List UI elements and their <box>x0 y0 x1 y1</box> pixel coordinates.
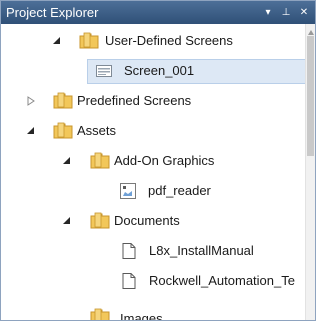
document-icon <box>122 273 136 289</box>
expanded-arrow-icon[interactable] <box>62 216 72 226</box>
selection-highlight <box>87 59 313 84</box>
tree-item-documents[interactable]: Documents <box>1 206 305 236</box>
tree-item-assets[interactable]: Assets <box>1 116 305 146</box>
folder-icon <box>53 92 73 110</box>
tree-item-rockwell-automation[interactable]: Rockwell_Automation_Te <box>1 266 305 296</box>
tree-item-l8x-installmanual[interactable]: L8x_InstallManual <box>1 236 305 266</box>
document-icon <box>122 243 136 259</box>
tree-item-label: Predefined Screens <box>77 93 192 108</box>
panel-title-bar: Project Explorer ▾ ⊥ ✕ <box>1 1 315 24</box>
folder-icon <box>90 212 110 230</box>
folder-icon <box>90 152 110 170</box>
tree-item-screen-001[interactable]: Screen_001 <box>1 56 313 86</box>
folder-icon <box>90 308 110 320</box>
tree-item-user-defined-screens[interactable]: User-Defined Screens <box>1 26 305 56</box>
panel-title: Project Explorer <box>6 5 99 20</box>
pin-icon[interactable]: ⊥ <box>279 6 293 20</box>
tree-item-pdf-reader[interactable]: pdf_reader <box>1 176 305 206</box>
expanded-arrow-icon[interactable] <box>62 156 72 166</box>
tree-item-label: User-Defined Screens <box>105 33 233 48</box>
collapsed-arrow-icon[interactable] <box>26 96 36 106</box>
folder-icon <box>53 122 73 140</box>
tree-item-add-on-graphics[interactable]: Add-On Graphics <box>1 146 305 176</box>
project-explorer-panel: Project Explorer ▾ ⊥ ✕ User-Defined Scre… <box>0 0 316 321</box>
tree-item-label: L8x_InstallManual <box>149 243 254 258</box>
vertical-scrollbar[interactable] <box>305 24 315 320</box>
expanded-arrow-icon[interactable] <box>26 126 36 136</box>
expanded-arrow-icon[interactable] <box>52 36 62 46</box>
tree-item-images[interactable]: Images <box>1 296 305 321</box>
tree-item-predefined-screens[interactable]: Predefined Screens <box>1 86 305 116</box>
tree-item-label: Documents <box>114 213 180 228</box>
tree-item-label: Assets <box>77 123 117 138</box>
scroll-up-arrow-icon[interactable] <box>307 25 315 35</box>
close-icon[interactable]: ✕ <box>297 6 311 20</box>
project-tree: User-Defined Screens Screen_001 Predefin… <box>1 24 313 321</box>
tree-item-label: Images <box>120 311 163 321</box>
image-file-icon <box>120 183 136 199</box>
screen-icon <box>96 65 112 77</box>
folder-icon <box>79 32 99 50</box>
tree-item-label: Add-On Graphics <box>114 153 215 168</box>
scrollbar-thumb[interactable] <box>307 36 314 156</box>
tree-item-label: Rockwell_Automation_Te <box>149 273 295 288</box>
tree-item-label: Screen_001 <box>124 63 195 78</box>
tree-item-label: pdf_reader <box>148 183 211 198</box>
dropdown-icon[interactable]: ▾ <box>261 6 275 20</box>
